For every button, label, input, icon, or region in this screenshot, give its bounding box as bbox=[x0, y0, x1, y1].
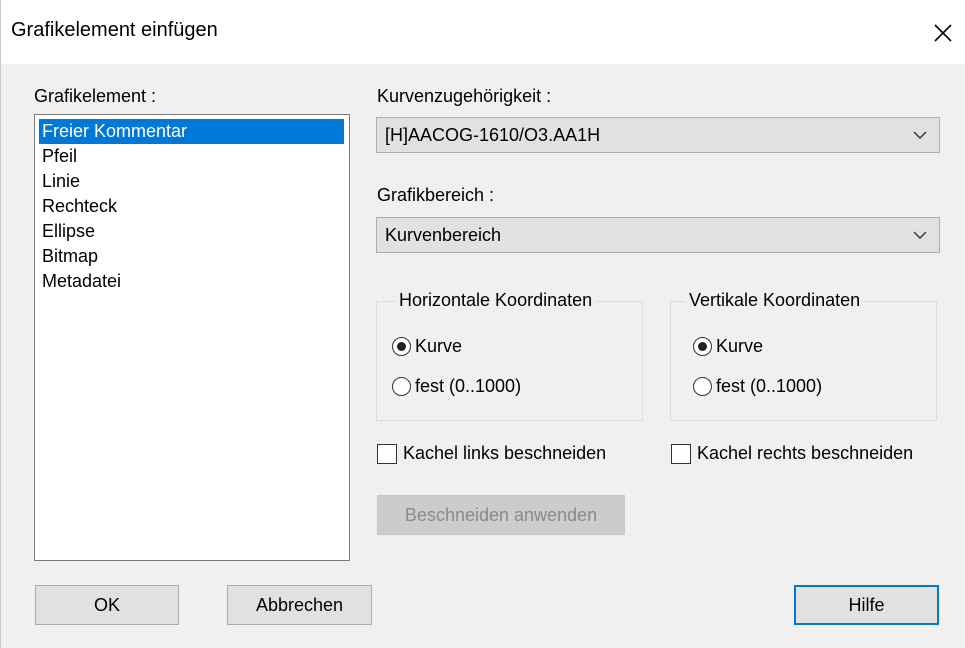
graphic-element-listbox[interactable]: Freier Kommentar Pfeil Linie Rechteck El… bbox=[34, 114, 350, 561]
vertical-kurve-radio[interactable]: Kurve bbox=[693, 336, 763, 357]
horizontal-coordinates-group: Horizontale Koordinaten Kurve fest (0..1… bbox=[376, 290, 643, 421]
cancel-button[interactable]: Abbrechen bbox=[227, 585, 372, 625]
radio-selected-icon bbox=[392, 337, 411, 356]
close-button[interactable] bbox=[920, 10, 965, 56]
vertical-coordinates-group: Vertikale Koordinaten Kurve fest (0..100… bbox=[670, 290, 937, 421]
list-item-bitmap[interactable]: Bitmap bbox=[39, 244, 101, 269]
insert-graphic-dialog: Grafikelement einfügen Grafikelement : F… bbox=[0, 0, 965, 648]
apply-crop-button[interactable]: Beschneiden anwenden bbox=[377, 495, 625, 535]
list-item-freier-kommentar[interactable]: Freier Kommentar bbox=[39, 119, 344, 144]
list-item-pfeil[interactable]: Pfeil bbox=[39, 144, 80, 169]
curve-label: Kurvenzugehörigkeit : bbox=[377, 86, 552, 106]
crop-left-label: Kachel links beschneiden bbox=[403, 443, 607, 463]
crop-left-checkbox[interactable]: Kachel links beschneiden bbox=[377, 443, 606, 464]
vertical-fest-label: fest (0..1000) bbox=[716, 376, 823, 396]
list-item-metadatei[interactable]: Metadatei bbox=[39, 269, 124, 294]
crop-right-checkbox[interactable]: Kachel rechts beschneiden bbox=[671, 443, 913, 464]
area-label: Grafikbereich : bbox=[377, 185, 495, 205]
list-item-linie[interactable]: Linie bbox=[39, 169, 83, 194]
title-bar: Grafikelement einfügen bbox=[1, 0, 965, 64]
horizontal-fest-radio[interactable]: fest (0..1000) bbox=[392, 376, 521, 397]
close-icon bbox=[934, 24, 952, 42]
curve-select-value: [H]AACOG-1610/O3.AA1H bbox=[385, 125, 601, 145]
list-item-ellipse[interactable]: Ellipse bbox=[39, 219, 98, 244]
dialog-title: Grafikelement einfügen bbox=[11, 19, 218, 41]
list-item-rechteck[interactable]: Rechteck bbox=[39, 194, 120, 219]
horizontal-coordinates-legend: Horizontale Koordinaten bbox=[395, 290, 597, 311]
chevron-down-icon bbox=[913, 131, 927, 139]
vertical-coordinates-legend: Vertikale Koordinaten bbox=[685, 290, 865, 311]
area-select[interactable]: Kurvenbereich bbox=[376, 217, 940, 253]
checkbox-unchecked-icon bbox=[377, 443, 397, 464]
crop-right-label: Kachel rechts beschneiden bbox=[697, 443, 914, 463]
radio-selected-icon bbox=[693, 337, 712, 356]
vertical-fest-radio[interactable]: fest (0..1000) bbox=[693, 376, 822, 397]
horizontal-kurve-radio[interactable]: Kurve bbox=[392, 336, 462, 357]
checkbox-unchecked-icon bbox=[671, 443, 691, 464]
horizontal-fest-label: fest (0..1000) bbox=[415, 376, 522, 396]
help-button[interactable]: Hilfe bbox=[794, 585, 939, 625]
curve-select[interactable]: [H]AACOG-1610/O3.AA1H bbox=[376, 117, 940, 153]
vertical-kurve-label: Kurve bbox=[716, 336, 764, 356]
horizontal-kurve-label: Kurve bbox=[415, 336, 463, 356]
radio-unselected-icon bbox=[392, 377, 411, 396]
chevron-down-icon bbox=[913, 231, 927, 239]
radio-unselected-icon bbox=[693, 377, 712, 396]
graphic-element-label: Grafikelement : bbox=[34, 86, 157, 106]
area-select-value: Kurvenbereich bbox=[385, 225, 502, 245]
ok-button[interactable]: OK bbox=[35, 585, 179, 625]
